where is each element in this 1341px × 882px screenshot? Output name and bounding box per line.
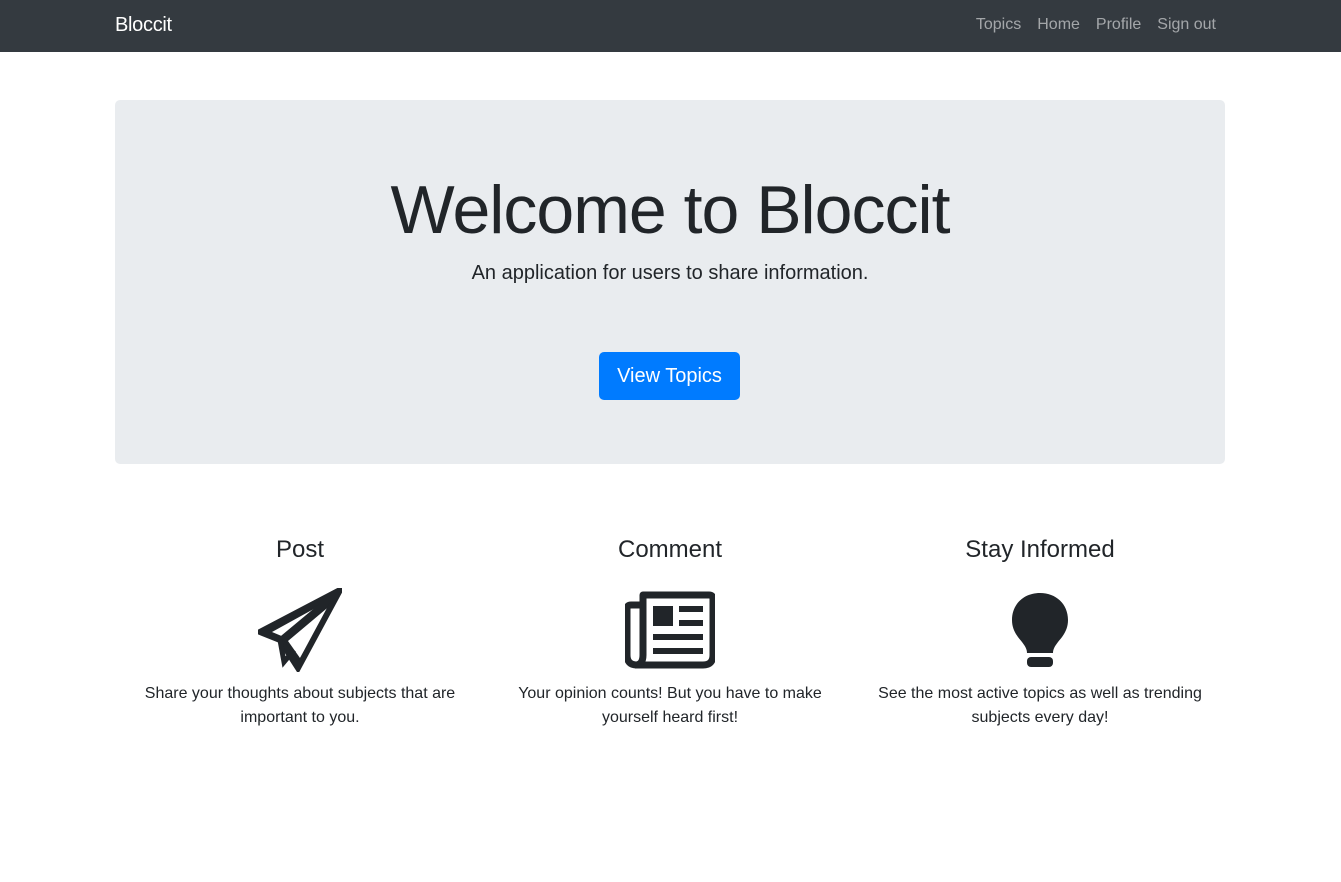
nav-link-profile[interactable]: Profile: [1096, 14, 1141, 36]
feature-post: Post Share your thoughts about subjects …: [115, 530, 485, 730]
feature-title: Comment: [617, 536, 723, 563]
lightbulb-icon: [855, 580, 1225, 680]
feature-text: Your opinion counts! But you have to mak…: [518, 685, 822, 726]
feature-title: Stay Informed: [965, 536, 1115, 563]
view-topics-button[interactable]: View Topics: [599, 352, 740, 400]
nav-link-home[interactable]: Home: [1037, 14, 1080, 36]
paper-plane-icon: [115, 580, 485, 680]
feature-title: Post: [275, 536, 325, 563]
nav-link-sign-out[interactable]: Sign out: [1157, 14, 1216, 36]
feature-text: Share your thoughts about subjects that …: [144, 685, 456, 726]
feature-comment: Comment Your opinion counts! But you hav…: [485, 530, 855, 730]
page-title: Welcome to Bloccit: [390, 172, 951, 248]
top-navbar: Bloccit Topics Home Profile Sign out: [0, 0, 1341, 52]
feature-text: See the most active topics as well as tr…: [878, 685, 1202, 726]
feature-stay-informed: Stay Informed See the most active topics…: [855, 530, 1225, 730]
nav-link-topics[interactable]: Topics: [976, 14, 1021, 36]
page-lead: An application for users to share inform…: [471, 262, 869, 284]
nav-links: Topics Home Profile Sign out: [976, 14, 1216, 36]
newspaper-icon: [485, 580, 855, 680]
features-row: Post Share your thoughts about subjects …: [115, 530, 1225, 730]
brand-link[interactable]: Bloccit: [115, 12, 172, 38]
jumbotron: Welcome to Bloccit An application for us…: [115, 100, 1225, 464]
